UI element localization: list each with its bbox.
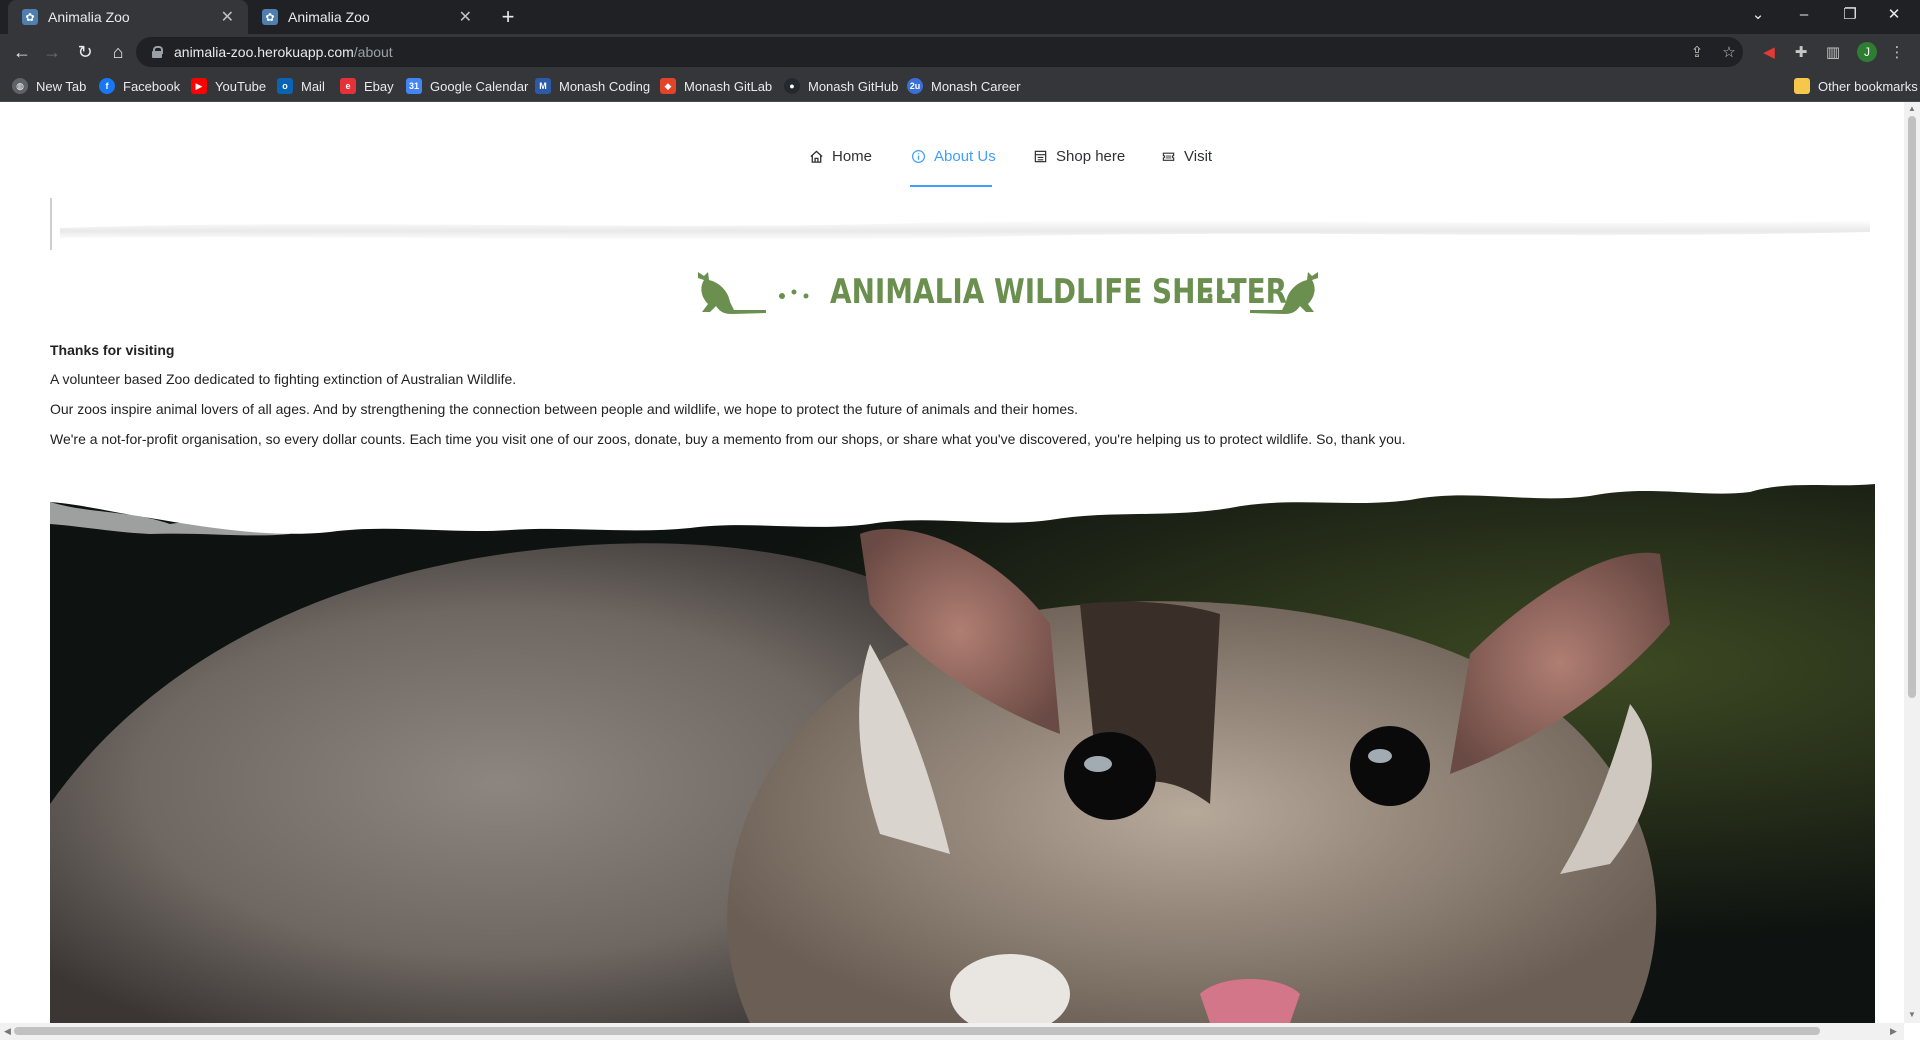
outlook-icon: o bbox=[277, 78, 293, 94]
other-bookmarks[interactable]: Other bookmarks bbox=[1794, 76, 1918, 96]
side-panel-icon[interactable]: ▥ bbox=[1822, 41, 1844, 63]
bookmark-facebook[interactable]: f Facebook bbox=[99, 76, 180, 96]
bookmark-monash-gitlab[interactable]: ◆ Monash GitLab bbox=[660, 76, 772, 96]
brush-divider bbox=[50, 198, 1870, 250]
nav-home-label: Home bbox=[832, 147, 873, 165]
extensions-puzzle-icon[interactable]: ✚ bbox=[1790, 41, 1812, 63]
about-section: Thanks for visiting A volunteer based Zo… bbox=[50, 342, 1850, 461]
profile-avatar[interactable]: J bbox=[1857, 42, 1877, 62]
shop-icon bbox=[1032, 148, 1048, 164]
restore-button[interactable]: ❐ bbox=[1828, 0, 1872, 28]
bookmark-monash-career[interactable]: 2u Monash Career bbox=[907, 76, 1021, 96]
animalia-logo: ANIMALIA WILDLIFE SHELTER bbox=[694, 266, 1322, 324]
ticket-icon bbox=[1160, 148, 1176, 164]
scroll-down-arrow-icon[interactable]: ▼ bbox=[1908, 1010, 1916, 1019]
scroll-up-arrow-icon[interactable]: ▲ bbox=[1908, 104, 1916, 113]
address-bar[interactable]: animalia-zoo.herokuapp.com/about bbox=[136, 37, 1743, 67]
monash-icon: M bbox=[535, 78, 551, 94]
bookmark-label: Facebook bbox=[123, 78, 181, 94]
github-icon: ● bbox=[784, 78, 800, 94]
globe-icon: ◍ bbox=[12, 78, 28, 94]
about-paragraph: We're a not-for-profit organisation, so … bbox=[50, 431, 1406, 447]
bookmark-label: Mail bbox=[301, 78, 325, 94]
about-heading: Thanks for visiting bbox=[50, 342, 175, 358]
vertical-scroll-thumb[interactable] bbox=[1908, 116, 1916, 698]
url-path: /about bbox=[353, 44, 393, 60]
youtube-icon: ▶ bbox=[191, 78, 207, 94]
horizontal-scrollbar[interactable]: ◀ ▶ bbox=[0, 1023, 1904, 1040]
url-host: animalia-zoo.herokuapp.com bbox=[174, 44, 354, 60]
lock-icon[interactable] bbox=[152, 46, 163, 58]
bookmark-label: Ebay bbox=[364, 78, 394, 94]
new-tab-button[interactable]: + bbox=[494, 4, 522, 30]
close-tab-icon[interactable]: ✕ bbox=[221, 7, 234, 27]
facebook-icon: f bbox=[99, 78, 115, 94]
bookmark-label: Monash Career bbox=[931, 78, 1021, 94]
bookmark-monash-github[interactable]: ● Monash GitHub bbox=[784, 76, 898, 96]
vertical-scrollbar[interactable]: ▲ ▼ bbox=[1904, 102, 1920, 1023]
nav-shop-here[interactable]: Shop here bbox=[1032, 144, 1125, 168]
page-viewport: Home About Us Shop here Visit ANIMALIA W… bbox=[0, 102, 1904, 1023]
nav-home[interactable]: Home bbox=[808, 144, 872, 168]
nav-shop-here-label: Shop here bbox=[1056, 147, 1126, 165]
reload-button[interactable]: ↻ bbox=[71, 38, 99, 66]
scroll-right-arrow-icon[interactable]: ▶ bbox=[1890, 1026, 1897, 1037]
bookmark-ebay[interactable]: e Ebay bbox=[340, 76, 394, 96]
close-tab-icon[interactable]: ✕ bbox=[459, 7, 472, 27]
tab-animalia-zoo-2[interactable]: ✿ Animalia Zoo ✕ bbox=[248, 0, 486, 34]
bookmark-mail[interactable]: o Mail bbox=[277, 76, 325, 96]
bookmark-monash-coding[interactable]: M Monash Coding bbox=[535, 76, 650, 96]
bookmark-label: New Tab bbox=[36, 78, 87, 94]
other-bookmarks-label: Other bookmarks bbox=[1818, 78, 1918, 94]
close-window-button[interactable]: ✕ bbox=[1872, 0, 1916, 28]
site-navigation: Home About Us Shop here Visit bbox=[0, 102, 1904, 188]
home-icon bbox=[808, 148, 824, 164]
tab-title: Animalia Zoo bbox=[288, 9, 370, 25]
extension-red-icon[interactable]: ◀ bbox=[1758, 41, 1780, 63]
info-icon bbox=[910, 148, 926, 164]
scroll-left-arrow-icon[interactable]: ◀ bbox=[4, 1026, 11, 1037]
minimize-button[interactable]: – bbox=[1782, 0, 1826, 28]
zoo-favicon-icon: ✿ bbox=[262, 9, 278, 25]
sugar-glider-photo bbox=[50, 474, 1875, 1023]
bookmark-label: Monash Coding bbox=[559, 78, 651, 94]
bookmark-label: Google Calendar bbox=[430, 78, 529, 94]
tab-animalia-zoo-1[interactable]: ✿ Animalia Zoo ✕ bbox=[8, 0, 248, 34]
gitlab-icon: ◆ bbox=[660, 78, 676, 94]
logo-text: ANIMALIA WILDLIFE SHELTER bbox=[830, 272, 1288, 312]
tab-strip: ✿ Animalia Zoo ✕ ✿ Animalia Zoo ✕ + ⌄ – … bbox=[0, 0, 1920, 34]
bookmark-label: Monash GitHub bbox=[808, 78, 899, 94]
forward-button[interactable]: → bbox=[38, 38, 66, 66]
active-nav-indicator bbox=[910, 185, 992, 187]
bookmark-google-calendar[interactable]: 31 Google Calendar bbox=[406, 76, 528, 96]
menu-kebab-icon[interactable]: ⋮ bbox=[1886, 41, 1908, 63]
nav-about-us-label: About Us bbox=[934, 147, 996, 165]
browser-toolbar: ← → ↻ ⌂ animalia-zoo.herokuapp.com/about… bbox=[0, 34, 1920, 70]
home-button[interactable]: ⌂ bbox=[104, 38, 132, 66]
bookmarks-bar: ◍ New Tab f Facebook ▶ YouTube o Mail e Ebay … bbox=[0, 70, 1920, 102]
about-paragraph: A volunteer based Zoo dedicated to fight… bbox=[50, 371, 517, 387]
ebay-icon: e bbox=[340, 78, 356, 94]
nav-about-us[interactable]: About Us bbox=[910, 144, 996, 168]
about-paragraph: Our zoos inspire animal lovers of all ag… bbox=[50, 401, 1079, 417]
calendar-icon: 31 bbox=[406, 78, 422, 94]
bookmark-label: Monash GitLab bbox=[684, 78, 773, 94]
back-button[interactable]: ← bbox=[8, 38, 36, 66]
career-icon: 2u bbox=[907, 78, 923, 94]
bookmark-label: YouTube bbox=[215, 78, 267, 94]
horizontal-scroll-thumb[interactable] bbox=[14, 1027, 1820, 1035]
bookmark-new-tab[interactable]: ◍ New Tab bbox=[12, 76, 86, 96]
tab-title: Animalia Zoo bbox=[48, 9, 130, 25]
zoo-favicon-icon: ✿ bbox=[22, 9, 38, 25]
nav-visit-label: Visit bbox=[1184, 147, 1213, 165]
folder-icon bbox=[1794, 78, 1810, 94]
share-icon[interactable]: ⇪ bbox=[1686, 41, 1708, 63]
nav-visit[interactable]: Visit bbox=[1160, 144, 1212, 168]
bookmark-youtube[interactable]: ▶ YouTube bbox=[191, 76, 266, 96]
tab-search-icon[interactable]: ⌄ bbox=[1736, 0, 1780, 28]
bookmark-star-icon[interactable]: ☆ bbox=[1718, 41, 1740, 63]
